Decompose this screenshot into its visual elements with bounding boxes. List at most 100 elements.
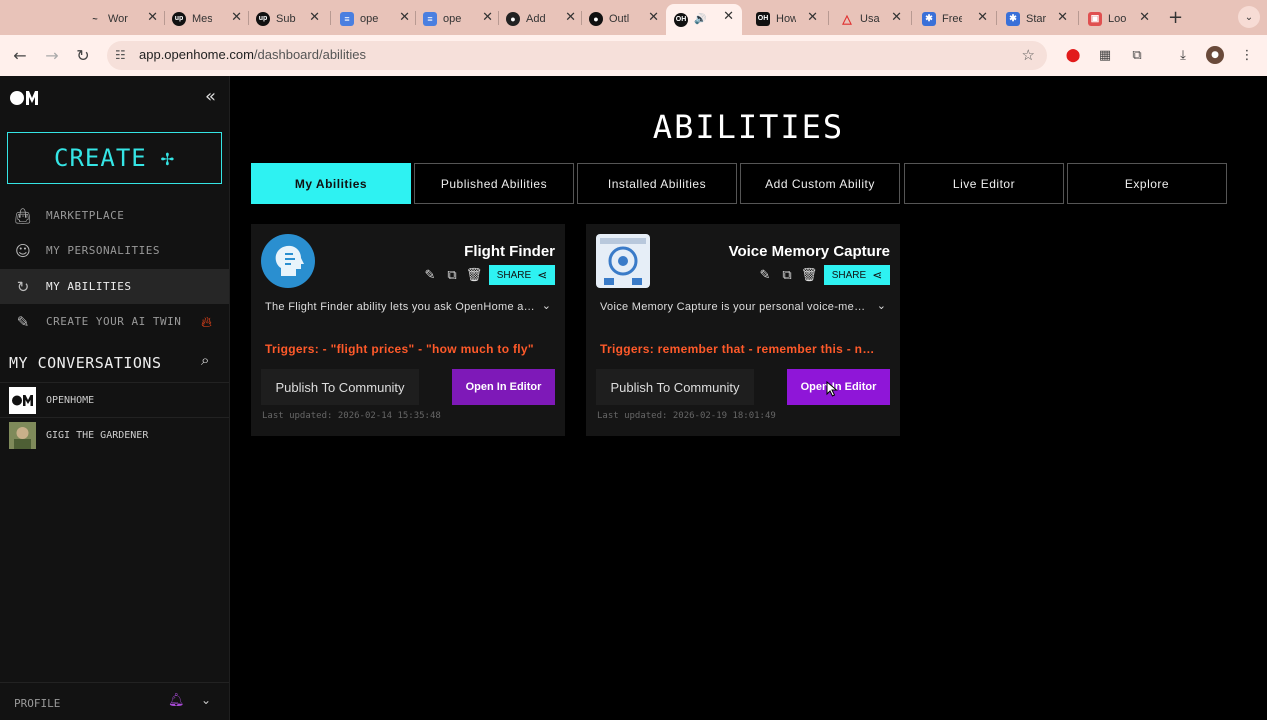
create-button[interactable]: CREATE ✢ bbox=[7, 132, 222, 184]
close-icon[interactable]: ✕ bbox=[147, 9, 158, 25]
browser-tab[interactable]: ≡ ope ✕ bbox=[423, 5, 493, 32]
close-icon[interactable]: ✕ bbox=[565, 9, 576, 25]
sidebar-item-marketplace[interactable]: 👜︎ MARKETPLACE bbox=[0, 198, 229, 233]
tab-live-editor[interactable]: Live Editor bbox=[904, 163, 1064, 204]
search-icon[interactable]: ⌕ bbox=[201, 351, 209, 369]
app-root: « CREATE ✢ 👜︎ MARKETPLACE ☺ MY PERSONALI… bbox=[0, 76, 1267, 720]
forward-arrow-icon[interactable]: → bbox=[41, 44, 63, 66]
tab-published-abilities[interactable]: Published Abilities bbox=[414, 163, 574, 204]
qr-extension-icon[interactable]: ▦ bbox=[1096, 46, 1114, 64]
tab-title: How bbox=[776, 12, 796, 25]
close-icon[interactable]: ✕ bbox=[482, 9, 493, 25]
publish-to-community-button[interactable]: Publish To Community bbox=[261, 369, 419, 405]
tab-title: Star bbox=[1026, 12, 1046, 25]
close-icon[interactable]: ✕ bbox=[723, 8, 734, 24]
close-icon[interactable]: ✕ bbox=[1057, 9, 1068, 25]
browser-tab[interactable]: ▣ Loo ✕ bbox=[1088, 5, 1150, 32]
url-domain: app.openhome.com bbox=[139, 47, 254, 62]
tab-explore[interactable]: Explore bbox=[1067, 163, 1227, 204]
browser-tab[interactable]: △ Usa ✕ bbox=[840, 5, 902, 32]
copy-icon[interactable]: ⧉ bbox=[441, 266, 463, 284]
speaker-icon: 🔊 bbox=[694, 14, 707, 25]
close-icon[interactable]: ✕ bbox=[891, 9, 902, 25]
extensions-puzzle-icon[interactable]: ⧉ bbox=[1128, 46, 1146, 64]
browser-tab[interactable]: ≡ ope ✕ bbox=[340, 5, 410, 32]
sidebar: « CREATE ✢ 👜︎ MARKETPLACE ☺ MY PERSONALI… bbox=[0, 76, 230, 720]
kebab-menu-icon[interactable]: ⋮ bbox=[1238, 46, 1256, 64]
conversation-item[interactable]: OPENHOME bbox=[0, 382, 229, 417]
chevron-down-icon[interactable]: ⌄ bbox=[877, 299, 886, 312]
browser-tab[interactable]: ● Outl ✕ bbox=[589, 5, 659, 32]
tab-title: Wor bbox=[108, 12, 128, 25]
sidebar-item-abilities[interactable]: ↻ MY ABILITIES bbox=[0, 269, 229, 304]
close-icon[interactable]: ✕ bbox=[309, 9, 320, 25]
browser-tab[interactable]: up Sub ✕ bbox=[256, 5, 320, 32]
back-arrow-icon[interactable]: ← bbox=[9, 44, 31, 66]
reload-icon[interactable]: ↻ bbox=[72, 44, 94, 66]
tab-label: Published Abilities bbox=[440, 176, 548, 191]
publish-label: Publish To Community bbox=[275, 379, 405, 395]
address-bar[interactable]: ☷ app.openhome.com/dashboard/abilities ☆ bbox=[107, 41, 1047, 70]
browser-tab[interactable]: ✱ Star ✕ bbox=[1006, 5, 1068, 32]
close-icon[interactable]: ✕ bbox=[807, 9, 818, 25]
sidebar-item-label: CREATE YOUR AI TWIN bbox=[46, 315, 182, 328]
close-icon[interactable]: ✕ bbox=[977, 9, 988, 25]
new-tab-plus-icon[interactable]: + bbox=[1168, 7, 1183, 28]
collapse-sidebar-icon[interactable]: « bbox=[205, 86, 216, 107]
edit-icon[interactable]: ✎ bbox=[754, 266, 776, 284]
opera-extension-icon[interactable]: ⬤ bbox=[1064, 46, 1082, 64]
bell-icon[interactable]: 🔔︎ bbox=[168, 693, 185, 708]
ability-description: The Flight Finder ability lets you ask O… bbox=[265, 301, 535, 313]
tab-title: Add bbox=[526, 12, 546, 25]
ability-triggers: Triggers: - "flight prices" - "how much … bbox=[265, 342, 534, 356]
tab-label: Explore bbox=[1124, 176, 1170, 191]
tab-favicon-icon: ● bbox=[589, 11, 603, 26]
open-in-editor-button[interactable]: Open In Editor bbox=[452, 369, 555, 405]
avatar bbox=[9, 386, 36, 414]
tab-installed-abilities[interactable]: Installed Abilities bbox=[577, 163, 737, 204]
tab-title: Mes bbox=[192, 12, 212, 25]
chevron-down-icon[interactable]: ⌄ bbox=[542, 299, 551, 312]
bag-icon: 👜︎ bbox=[13, 206, 33, 225]
bookmark-star-icon[interactable]: ☆ bbox=[1022, 46, 1035, 64]
tab-favicon-icon: up bbox=[256, 11, 270, 26]
browser-tab[interactable]: up Mes ✕ bbox=[172, 5, 242, 32]
tab-label: Installed Abilities bbox=[607, 176, 707, 191]
browser-tab[interactable]: ~ Wor ✕ bbox=[88, 5, 158, 32]
share-button[interactable]: SHARE ⋖ bbox=[489, 265, 555, 285]
publish-to-community-button[interactable]: Publish To Community bbox=[596, 369, 754, 405]
smiley-icon: ☺ bbox=[15, 241, 31, 260]
chevron-down-icon[interactable]: ⌄ bbox=[201, 693, 211, 707]
trash-icon[interactable]: 🗑︎ bbox=[798, 266, 820, 284]
download-icon[interactable]: ⤓ bbox=[1174, 46, 1192, 64]
open-in-editor-button[interactable]: Open In Editor bbox=[787, 369, 890, 405]
close-icon[interactable]: ✕ bbox=[1139, 9, 1150, 25]
profile-avatar-icon[interactable]: ● bbox=[1206, 46, 1224, 64]
sidebar-item-ai-twin[interactable]: ✎ CREATE YOUR AI TWIN 🔥︎ bbox=[0, 304, 229, 339]
browser-tab[interactable]: ✱ Free ✕ bbox=[922, 5, 988, 32]
share-button[interactable]: SHARE ⋖ bbox=[824, 265, 890, 285]
edit-icon[interactable]: ✎ bbox=[419, 266, 441, 284]
tab-title: Usa bbox=[860, 12, 880, 25]
loop-icon: ↻ bbox=[16, 277, 30, 296]
close-icon[interactable]: ✕ bbox=[648, 9, 659, 25]
page-title: ABILITIES bbox=[652, 108, 845, 146]
browser-tab[interactable]: OH How ✕ bbox=[756, 5, 818, 32]
warning-icon: △ bbox=[842, 11, 852, 26]
tab-search-chevron-icon[interactable]: ⌄ bbox=[1238, 6, 1260, 28]
profile-bar[interactable]: PROFILE 🔔︎ ⌄ bbox=[0, 682, 229, 720]
close-icon[interactable]: ✕ bbox=[231, 9, 242, 25]
fire-icon: 🔥︎ bbox=[201, 313, 213, 331]
url-text: app.openhome.com/dashboard/abilities bbox=[139, 47, 366, 62]
copy-icon[interactable]: ⧉ bbox=[776, 266, 798, 284]
close-icon[interactable]: ✕ bbox=[399, 9, 410, 25]
site-info-icon[interactable]: ☷ bbox=[115, 48, 130, 63]
tab-add-custom-ability[interactable]: Add Custom Ability bbox=[740, 163, 900, 204]
tab-my-abilities[interactable]: My Abilities bbox=[251, 163, 411, 204]
sidebar-item-personalities[interactable]: ☺ MY PERSONALITIES bbox=[0, 233, 229, 268]
browser-tab-active[interactable]: OH 🔊 ✕ bbox=[666, 4, 742, 35]
browser-tab[interactable]: ● Add ✕ bbox=[506, 5, 576, 32]
conversation-item[interactable]: GIGI THE GARDENER bbox=[0, 417, 229, 452]
tab-title: Outl bbox=[609, 12, 629, 25]
trash-icon[interactable]: 🗑︎ bbox=[463, 266, 485, 284]
